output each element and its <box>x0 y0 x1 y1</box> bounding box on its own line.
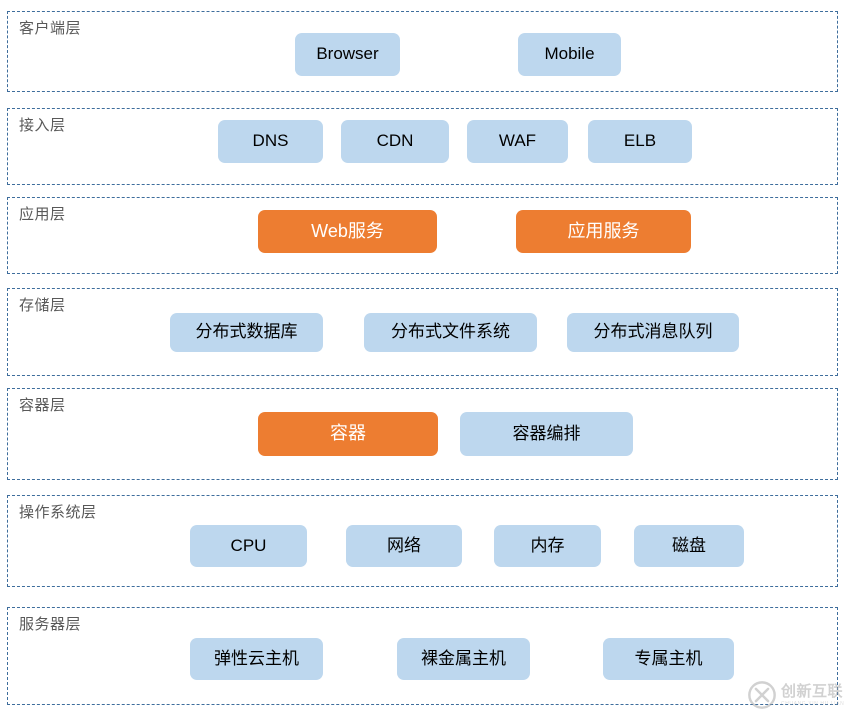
layer-label-server: 服务器层 <box>19 616 82 633</box>
node-client-1[interactable]: Browser <box>295 33 400 76</box>
node-client-2[interactable]: Mobile <box>518 33 621 76</box>
node-os-2[interactable]: 网络 <box>346 525 462 567</box>
node-storage-3[interactable]: 分布式消息队列 <box>567 313 739 352</box>
node-server-1[interactable]: 弹性云主机 <box>190 638 323 680</box>
node-container-2[interactable]: 容器编排 <box>460 412 633 456</box>
node-os-3[interactable]: 内存 <box>494 525 601 567</box>
layer-label-access: 接入层 <box>19 117 66 134</box>
node-application-2[interactable]: 应用服务 <box>516 210 691 253</box>
node-access-1[interactable]: DNS <box>218 120 323 163</box>
architecture-diagram: 客户端层 Browser Mobile 接入层 DNS CDN WAF ELB 应用层 Web服务… <box>0 0 855 720</box>
node-storage-2[interactable]: 分布式文件系统 <box>364 313 537 352</box>
node-os-4[interactable]: 磁盘 <box>634 525 744 567</box>
node-access-4[interactable]: ELB <box>588 120 692 163</box>
layer-label-application: 应用层 <box>19 206 66 223</box>
layer-label-client: 客户端层 <box>19 20 82 37</box>
node-access-2[interactable]: CDN <box>341 120 449 163</box>
layer-label-os: 操作系统层 <box>19 504 97 521</box>
node-container-1[interactable]: 容器 <box>258 412 438 456</box>
node-application-1[interactable]: Web服务 <box>258 210 437 253</box>
node-server-3[interactable]: 专属主机 <box>603 638 734 680</box>
layer-client: 客户端层 <box>7 11 838 92</box>
node-os-1[interactable]: CPU <box>190 525 307 567</box>
node-server-2[interactable]: 裸金属主机 <box>397 638 530 680</box>
node-storage-1[interactable]: 分布式数据库 <box>170 313 323 352</box>
layer-label-storage: 存储层 <box>19 297 66 314</box>
layer-label-container: 容器层 <box>19 397 66 414</box>
node-access-3[interactable]: WAF <box>467 120 568 163</box>
